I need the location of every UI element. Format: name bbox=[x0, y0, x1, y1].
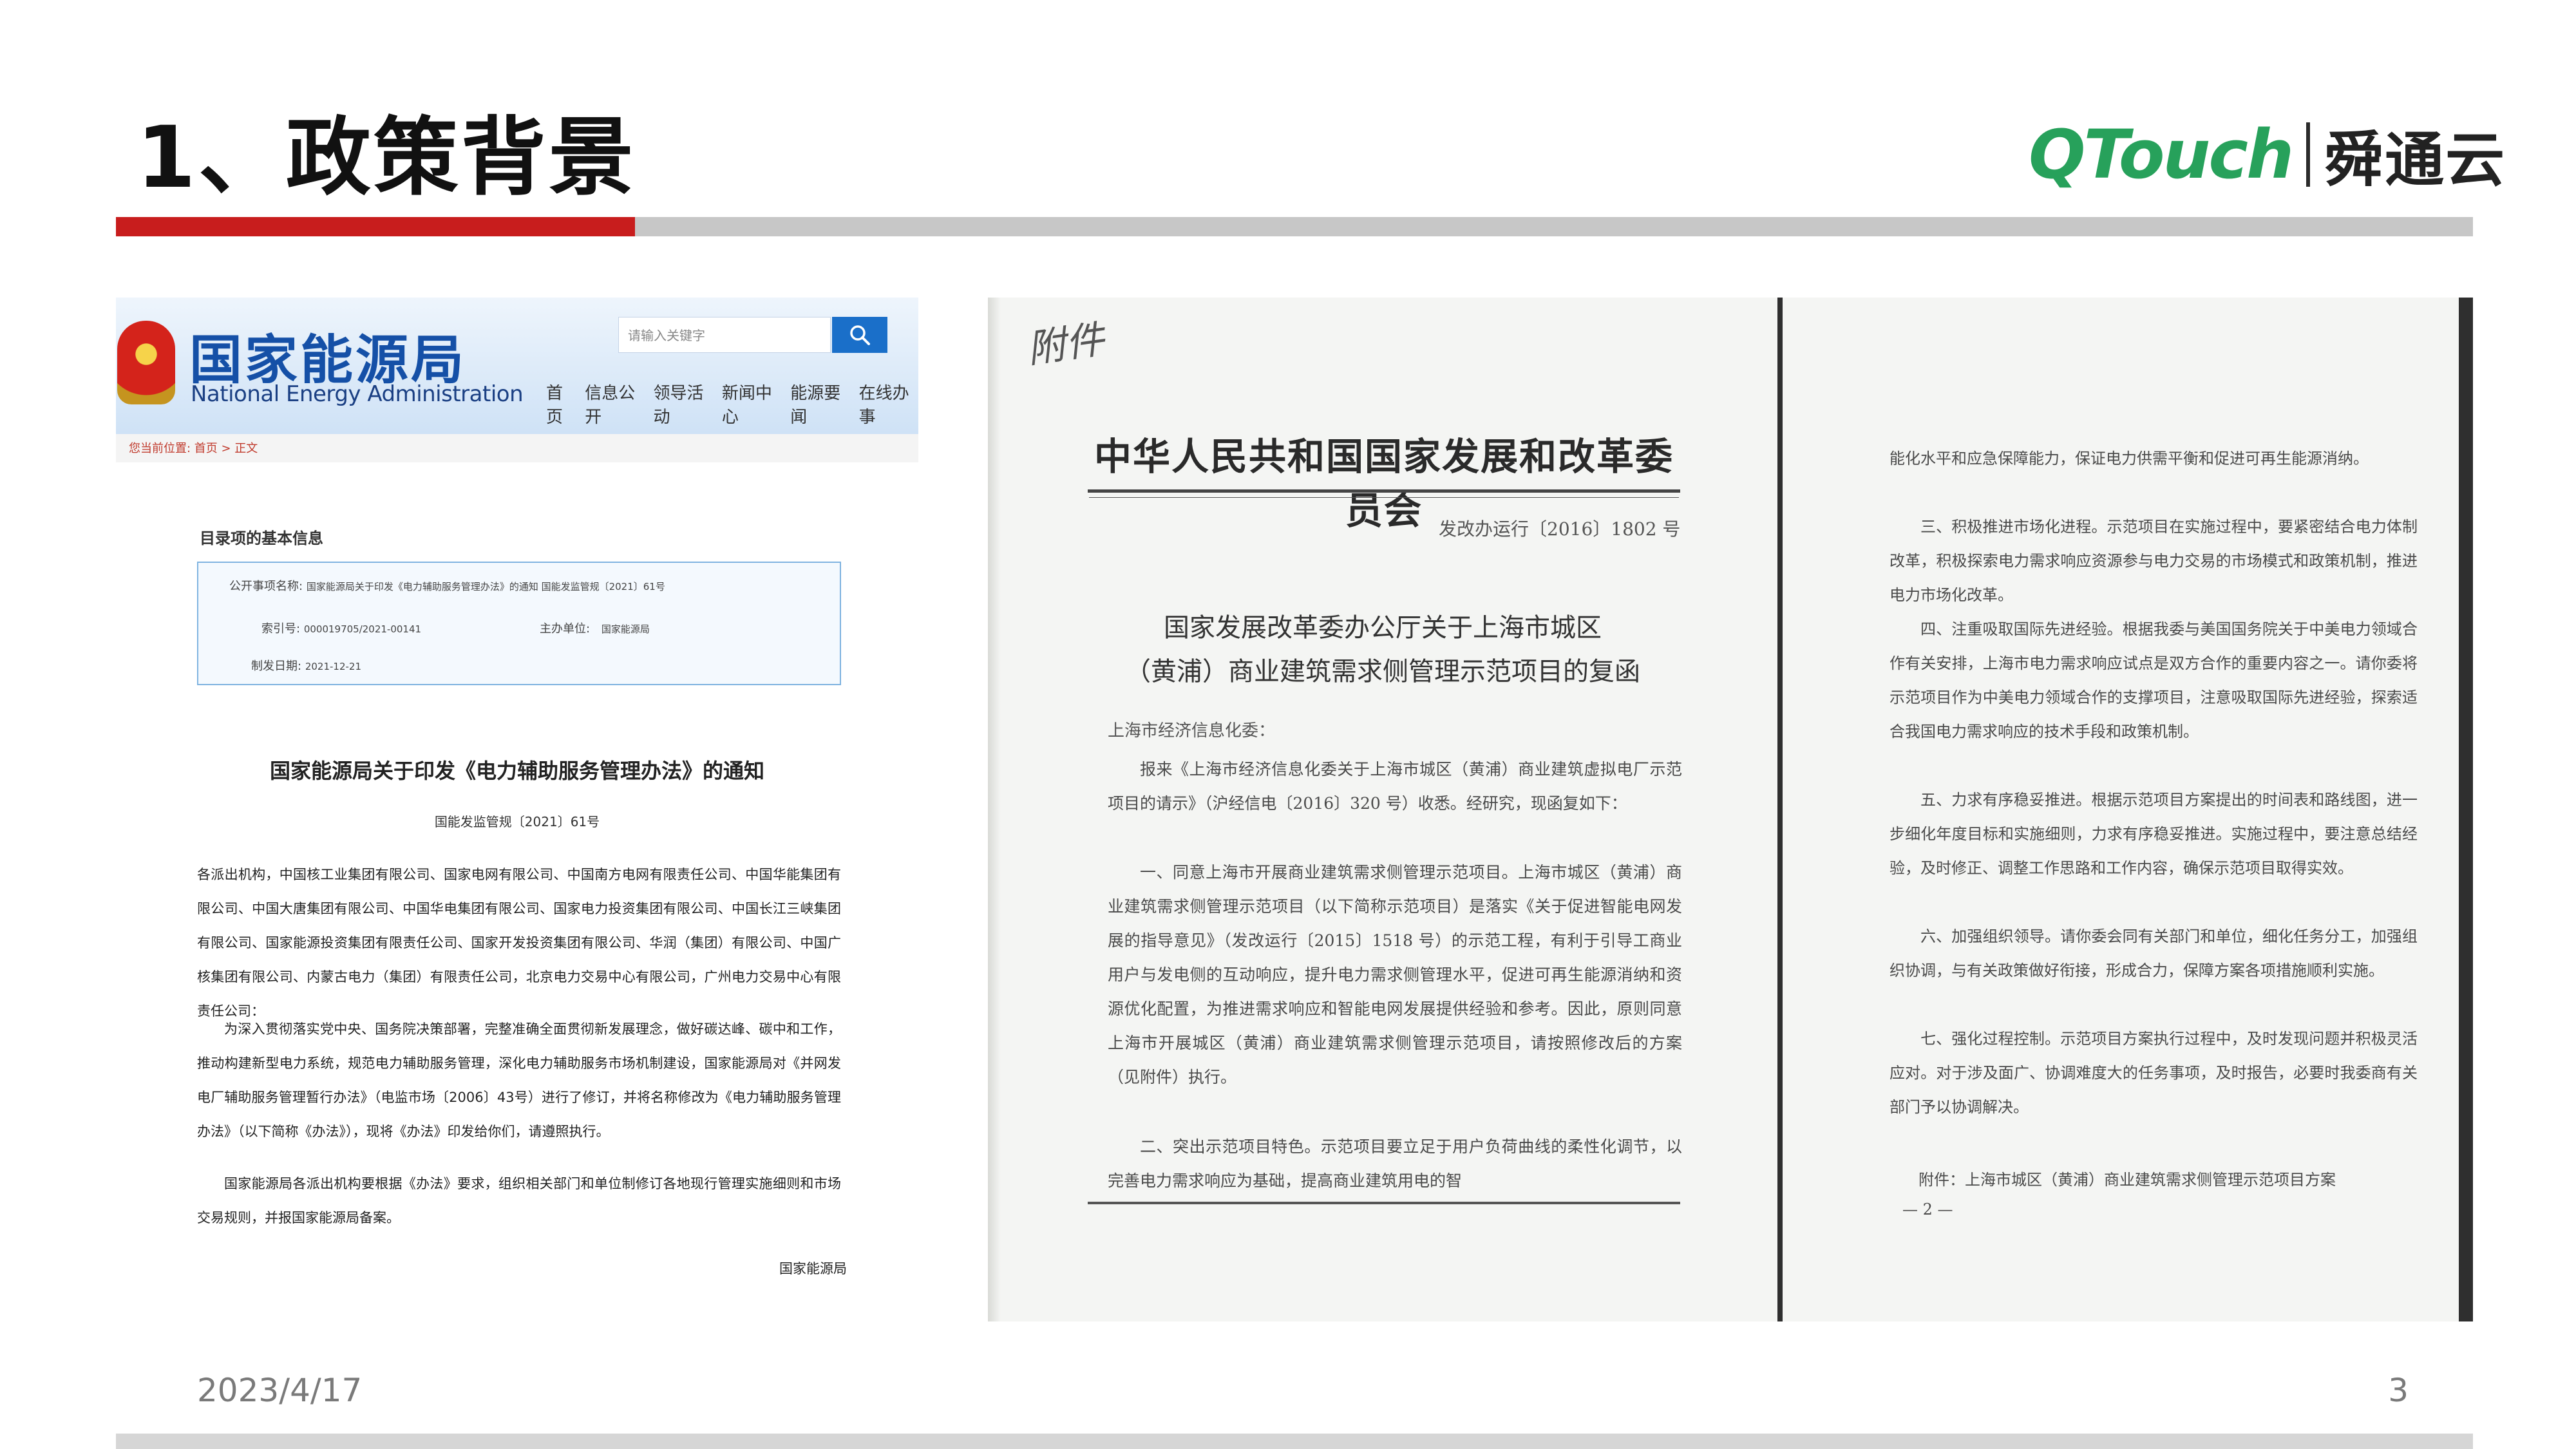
info-index-value: 000019705/2021-00141 bbox=[303, 623, 422, 635]
nea-nav-info[interactable]: 信息公开 bbox=[585, 380, 644, 428]
logo-brand-text: QTouch bbox=[2029, 115, 2294, 194]
national-emblem-icon bbox=[117, 321, 175, 404]
notice-body: 为深入贯彻落实党中央、国务院决策部署，完整准确全面贯彻新发展理念，做好碳达峰、碳… bbox=[197, 1021, 841, 1139]
ndrc-right-paragraph-5: 七、强化过程控制。示范项目方案执行过程中，及时发现问题并积极灵活应对。对于涉及面… bbox=[1889, 1030, 2418, 1116]
nea-webpage-screenshot: 国家能源局 National Energy Administration 请输入… bbox=[116, 298, 918, 1312]
ndrc-title-line-1: 国家发展改革委办公厅关于上海市城区 bbox=[1164, 613, 1602, 643]
ndrc-right-paragraph-2: 四、注重吸取国际先进经验。根据我委与美国国务院关于中美电力领域合作有关安排，上海… bbox=[1889, 620, 2418, 741]
info-dept-value: 国家能源局 bbox=[601, 623, 650, 635]
notice-signature: 国家能源局 bbox=[779, 1261, 847, 1276]
ndrc-paragraph-2: 一、同意上海市开展商业建筑需求侧管理示范项目。上海市城区（黄浦）商业建筑需求侧管… bbox=[1108, 863, 1682, 1086]
page-bottom-rule bbox=[1088, 1202, 1680, 1204]
breadcrumb: 您当前位置: 首页 > 正文 bbox=[116, 433, 918, 462]
ndrc-right-paragraph-1: 三、积极推进市场化进程。示范项目在实施过程中，要紧密结合电力体制改革，积极探索电… bbox=[1889, 518, 2418, 604]
footer-rule bbox=[116, 1434, 2473, 1449]
slide-date: 2023/4/17 bbox=[197, 1372, 363, 1409]
logo-separator bbox=[2306, 122, 2311, 187]
nea-nav-energy-news[interactable]: 能源要闻 bbox=[790, 380, 849, 428]
nea-site-name-en: National Energy Administration bbox=[191, 381, 524, 407]
notice-number: 国能发监管规〔2021〕61号 bbox=[434, 814, 600, 829]
search-icon bbox=[850, 325, 870, 345]
slide-title: 1、政策背景 bbox=[137, 108, 636, 207]
header-accent-rule bbox=[116, 217, 635, 236]
nea-search-button[interactable] bbox=[832, 317, 887, 353]
nea-nav-home[interactable]: 首页 bbox=[546, 380, 576, 428]
ndrc-right-paragraph-4: 六、加强组织领导。请你委会同有关部门和单位，细化任务分工，加强组织协调，与有关政… bbox=[1889, 927, 2418, 980]
info-date-label: 制发日期: bbox=[251, 659, 302, 673]
nea-nav-news[interactable]: 新闻中心 bbox=[722, 380, 781, 428]
info-date-value: 2021-12-21 bbox=[305, 661, 361, 672]
handwritten-annotation: 附件 bbox=[1024, 316, 1108, 372]
ndrc-page-number: — 2 — bbox=[1902, 1200, 1953, 1218]
company-logo: QTouch 舜通云 bbox=[2029, 115, 2506, 194]
letterhead-rule bbox=[1088, 489, 1680, 493]
ndrc-right-paragraph-3: 五、力求有序稳妥推进。根据示范项目方案提出的时间表和路线图，进一步细化年度目标和… bbox=[1889, 791, 2418, 877]
info-name-value: 国家能源局关于印发《电力辅助服务管理办法》的通知 国能发监管规〔2021〕61号 bbox=[306, 581, 665, 592]
ndrc-salutation: 上海市经济信息化委： bbox=[1108, 721, 1276, 741]
info-box: 公开事项名称: 国家能源局关于印发《电力辅助服务管理办法》的通知 国能发监管规〔… bbox=[197, 562, 841, 685]
logo-cn-text: 舜通云 bbox=[2324, 125, 2506, 194]
info-index-label: 索引号: bbox=[261, 622, 301, 636]
nea-nav: 首页 信息公开 领导活动 新闻中心 能源要闻 在线办事 bbox=[546, 380, 918, 428]
ndrc-title-line-2: （黄浦）商业建筑需求侧管理示范项目的复函 bbox=[1125, 657, 1640, 687]
page-divider bbox=[1777, 298, 1783, 1321]
nea-nav-leaders[interactable]: 领导活动 bbox=[654, 380, 713, 428]
scan-edge bbox=[2459, 298, 2473, 1321]
ndrc-paragraph-1: 报来《上海市经济信息化委关于上海市城区（黄浦）商业建筑虚拟电厂示范项目的请示》（… bbox=[1108, 760, 1682, 813]
nea-nav-services[interactable]: 在线办事 bbox=[859, 380, 918, 428]
ndrc-paragraph-3: 二、突出示范项目特色。示范项目要立足于用户负荷曲线的柔性化调节，以完善电力需求响… bbox=[1108, 1137, 1682, 1190]
info-dept-label: 主办单位: bbox=[540, 622, 591, 636]
notice-recipients: 各派出机构，中国核工业集团有限公司、国家电网有限公司、中国南方电网有限责任公司、… bbox=[197, 867, 841, 1019]
info-heading: 目录项的基本信息 bbox=[200, 529, 323, 547]
nea-search-input[interactable]: 请输入关键字 bbox=[618, 317, 831, 353]
ndrc-scanned-document: 附件 中华人民共和国国家发展和改革委员会 发改办运行〔2016〕1802 号 国… bbox=[988, 298, 2473, 1321]
scan-shadow bbox=[988, 298, 1001, 1321]
notice-title: 国家能源局关于印发《电力辅助服务管理办法》的通知 bbox=[269, 759, 764, 783]
ndrc-attachment-note: 附件：上海市城区（黄浦）商业建筑需求侧管理示范项目方案 bbox=[1918, 1171, 2336, 1189]
notice-requirement: 国家能源局各派出机构要根据《办法》要求，组织相关部门和单位制修订各地现行管理实施… bbox=[197, 1176, 841, 1226]
ndrc-right-paragraph-0: 能化水平和应急保障能力，保证电力供需平衡和促进可再生能源消纳。 bbox=[1889, 450, 2369, 468]
slide-page-number: 3 bbox=[2388, 1372, 2409, 1409]
info-name-label: 公开事项名称: bbox=[229, 580, 303, 593]
